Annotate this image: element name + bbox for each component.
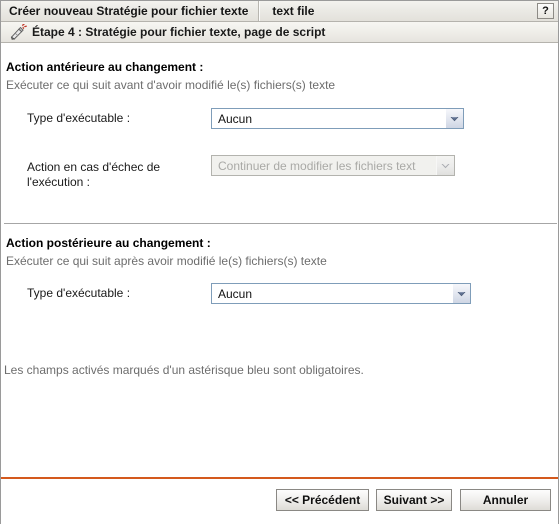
- wizard-window: Créer nouveau Stratégie pour fichier tex…: [0, 0, 559, 524]
- footer-separator: [1, 477, 558, 479]
- executable-type-select-2[interactable]: Aucun: [211, 283, 471, 304]
- executable-type-label-1: Type d'exécutable :: [27, 111, 131, 125]
- chevron-down-icon-2[interactable]: [452, 284, 470, 303]
- section-1-title: Action antérieure au changement :: [6, 60, 204, 74]
- executable-type-select-1[interactable]: Aucun: [211, 108, 464, 129]
- failure-action-label: Action en cas d'échec de l'exécution :: [27, 160, 160, 190]
- section-1-description: Exécuter ce qui suit avant d'avoir modif…: [6, 78, 336, 92]
- executable-type-value-1: Aucun: [218, 111, 253, 126]
- executable-type-value-2: Aucun: [218, 286, 253, 301]
- required-fields-note: Les champs activés marqués d'un astérisq…: [4, 363, 364, 377]
- section-divider: [4, 223, 557, 225]
- script-pencil-icon: [9, 23, 27, 40]
- failure-action-label-line2: l'exécution :: [27, 175, 90, 189]
- window-titlebar: Créer nouveau Stratégie pour fichier tex…: [1, 1, 558, 22]
- window-title: Créer nouveau Stratégie pour fichier tex…: [1, 1, 260, 21]
- chevron-down-icon-disabled: [436, 156, 454, 175]
- back-button[interactable]: << Précédent: [276, 489, 369, 511]
- failure-action-select: Continuer de modifier les fichiers text: [211, 155, 455, 176]
- section-2-description: Exécuter ce qui suit après avoir modifié…: [6, 254, 327, 268]
- executable-type-label-2: Type d'exécutable :: [27, 286, 131, 300]
- section-2-title: Action postérieure au changement :: [6, 236, 211, 250]
- window-subtitle: text file: [259, 1, 537, 21]
- cancel-button[interactable]: Annuler: [460, 489, 551, 511]
- wizard-body: Action antérieure au changement : Exécut…: [1, 43, 558, 524]
- failure-action-value: Continuer de modifier les fichiers text: [218, 158, 416, 173]
- help-button[interactable]: ?: [537, 3, 554, 19]
- step-label: Étape 4 : Stratégie pour fichier texte, …: [32, 25, 326, 39]
- chevron-down-icon[interactable]: [445, 109, 463, 128]
- step-header: Étape 4 : Stratégie pour fichier texte, …: [1, 22, 558, 43]
- next-button[interactable]: Suivant >>: [376, 489, 452, 511]
- failure-action-label-line1: Action en cas d'échec de: [27, 160, 161, 174]
